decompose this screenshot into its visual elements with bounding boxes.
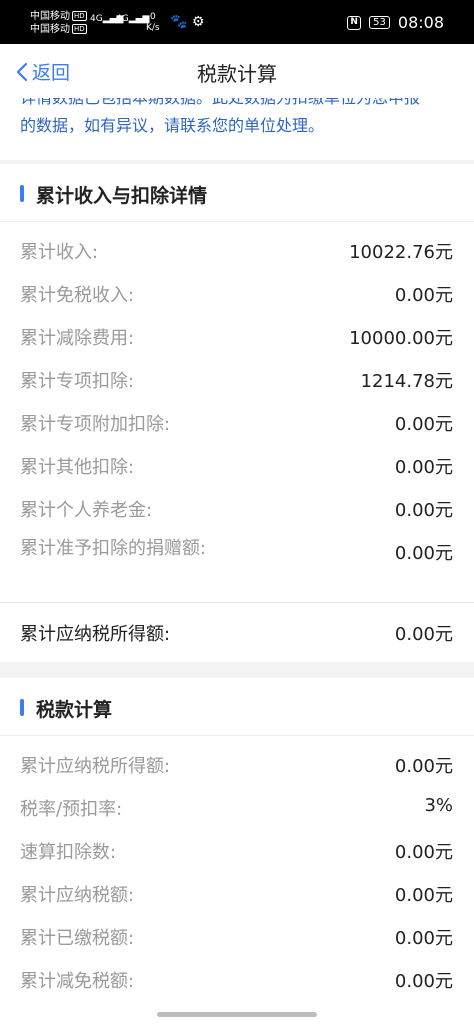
tax-calculation-card: 税款计算 累计应纳税所得额: 0.00元 税率/预扣率: 3% 速算扣除数: 0… <box>0 678 474 1026</box>
section-title: 税款计算 <box>36 699 113 721</box>
row-value: 0.00元 <box>394 543 453 564</box>
carrier-info: 中国移动 HD 中国移动 HD <box>30 10 87 36</box>
detail-row: 累计其他扣除: 0.00元 <box>0 444 474 487</box>
detail-row: 税率/预扣率: 3% <box>0 786 474 829</box>
page-title: 税款计算 <box>197 62 277 86</box>
row-value: 0.00元 <box>394 500 453 521</box>
detail-row: 累计免税收入: 0.00元 <box>0 272 474 315</box>
row-value: 10000.00元 <box>349 328 453 349</box>
row-label: 累计准予扣除的捐赠额: <box>20 538 207 559</box>
row-label: 累计免税收入: <box>20 285 135 306</box>
section-header: 税款计算 <box>0 678 474 736</box>
row-label: 累计应纳税所得额: <box>20 756 171 777</box>
row-value: 0.00元 <box>394 756 453 777</box>
detail-row: 累计专项附加扣除: 0.00元 <box>0 401 474 444</box>
row-label: 累计专项附加扣除: <box>20 414 171 435</box>
row-label: 累计应纳税额: <box>20 885 135 906</box>
row-label: 累计其他扣除: <box>20 457 135 478</box>
row-value: 0.00元 <box>394 414 453 435</box>
row-label: 累计减免税额: <box>20 971 135 992</box>
total-value: 0.00元 <box>394 624 453 645</box>
detail-row: 累计减除费用: 10000.00元 <box>0 315 474 358</box>
clock: 08:08 <box>397 13 444 32</box>
nfc-icon: N <box>347 15 362 30</box>
row-label: 累计专项扣除: <box>20 371 135 392</box>
row-value: 0.00元 <box>394 885 453 906</box>
row-value: 0.00元 <box>394 971 453 992</box>
carrier-1: 中国移动 <box>30 11 70 22</box>
section-title: 累计收入与扣除详情 <box>36 185 208 207</box>
row-value: 10022.76元 <box>349 242 453 263</box>
income-deduction-card: 累计收入与扣除详情 累计收入: 10022.76元 累计免税收入: 0.00元 … <box>0 164 474 662</box>
row-value: 1214.78元 <box>360 371 453 392</box>
row-value: 0.00元 <box>394 285 453 306</box>
row-value: 3% <box>424 795 453 816</box>
carrier-2: 中国移动 <box>30 24 70 35</box>
network-speed: 0 K/s <box>146 12 160 33</box>
home-indicator[interactable] <box>157 1012 317 1017</box>
detail-row: 累计已缴税额: 0.00元 <box>0 915 474 958</box>
section-header: 累计收入与扣除详情 <box>0 164 474 222</box>
row-label: 速算扣除数: <box>20 842 117 863</box>
notice-line-1: 详情数据已包括本期数据。此处数据为扣缴单位为您申报 <box>20 98 454 112</box>
notification-icons: 🐾 ⚙ <box>170 14 205 30</box>
status-bar: 中国移动 HD 中国移动 HD 4G▂▄▆ 4G▂▄▆ 0 K/s 🐾 ⚙ N 53… <box>0 0 474 44</box>
row-label: 累计个人养老金: <box>20 500 153 521</box>
row-value: 0.00元 <box>394 842 453 863</box>
row-label: 税率/预扣率: <box>20 799 123 820</box>
row-value: 0.00元 <box>394 928 453 949</box>
status-right: N 53 08:08 <box>347 13 444 32</box>
detail-row: 累计减免税额: 0.00元 <box>0 958 474 1001</box>
detail-row: 速算扣除数: 0.00元 <box>0 829 474 872</box>
signal-icon: 4G▂▄▆ <box>116 14 150 24</box>
detail-row: 累计准予扣除的捐赠额: 0.00元 <box>0 530 474 590</box>
row-label: 累计收入: <box>20 242 99 263</box>
section-accent-bar <box>20 185 24 202</box>
total-row: 累计应纳税所得额: 0.00元 <box>0 602 474 660</box>
detail-row: 累计专项扣除: 1214.78元 <box>0 358 474 401</box>
row-value: 0.00元 <box>394 457 453 478</box>
detail-row: 累计应纳税额: 0.00元 <box>0 872 474 915</box>
hd-badge: HD <box>72 24 87 34</box>
hd-badge: HD <box>72 11 87 21</box>
detail-row: 累计收入: 10022.76元 <box>0 229 474 272</box>
battery-icon: 53 <box>369 16 390 29</box>
nav-bar: 返回 税款计算 <box>0 44 474 98</box>
row-label: 累计已缴税额: <box>20 928 135 949</box>
section-accent-bar <box>20 699 24 716</box>
detail-row: 累计个人养老金: 0.00元 <box>0 487 474 530</box>
notice-line-2: 的数据，如有异议，请联系您的单位处理。 <box>20 116 325 135</box>
detail-row: 累计应纳税所得额: 0.00元 <box>0 743 474 786</box>
total-label: 累计应纳税所得额: <box>20 624 171 645</box>
row-label: 累计减除费用: <box>20 328 135 349</box>
notice-banner: 详情数据已包括本期数据。此处数据为扣缴单位为您申报 的数据，如有异议，请联系您的… <box>0 98 474 160</box>
